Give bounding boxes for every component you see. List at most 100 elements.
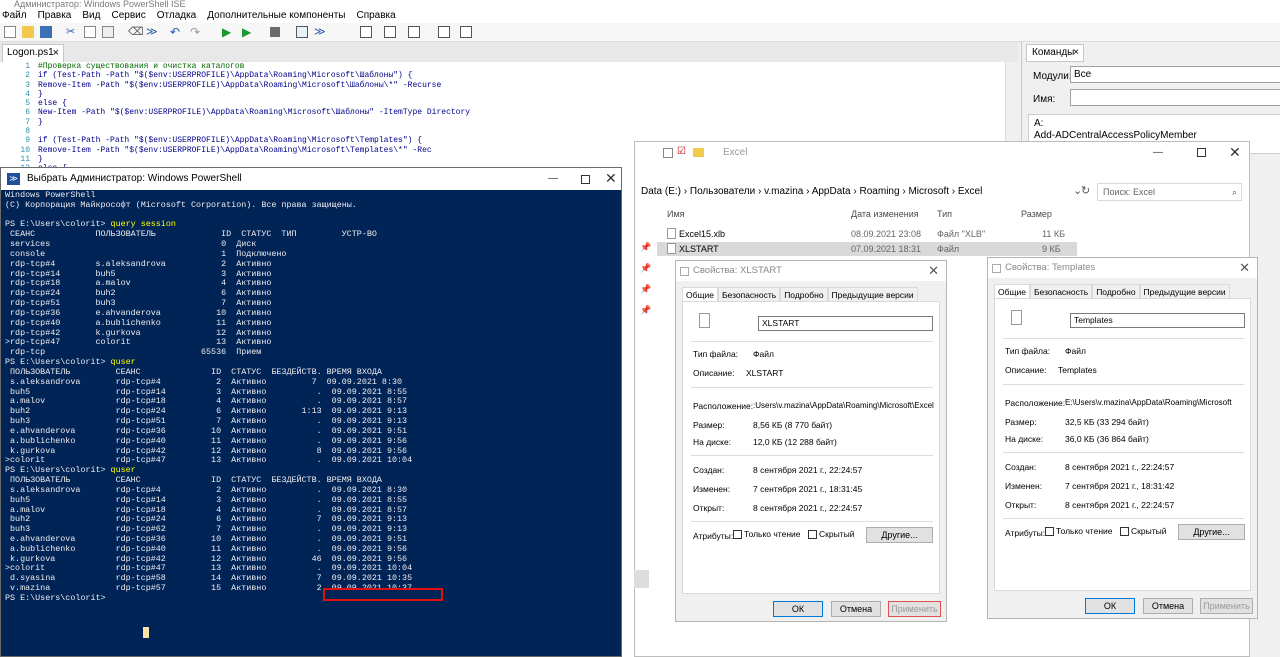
cancel-button[interactable]: Отмена — [1143, 598, 1193, 614]
tab-details[interactable]: Подробно — [1092, 284, 1140, 299]
console-output[interactable]: Windows PowerShell (C) Корпорация Майкрос… — [5, 190, 412, 604]
breadcrumb-item[interactable]: Microsoft — [908, 186, 949, 197]
ok-button[interactable]: ОК — [1085, 598, 1135, 614]
column-header-name[interactable]: Имя — [667, 209, 685, 219]
tab-previous-versions[interactable]: Предыдущие версии — [827, 287, 918, 302]
close-icon[interactable]: × — [1073, 45, 1079, 61]
powershell-icon[interactable]: ≫ — [314, 26, 326, 38]
menu-item[interactable]: Отладка — [157, 9, 197, 23]
open-folder-icon[interactable] — [22, 26, 34, 38]
minimize-icon[interactable]: — — [1153, 142, 1163, 164]
menu-item[interactable]: Вид — [82, 9, 100, 23]
menu-item[interactable]: Сервис — [111, 9, 145, 23]
show-addon-icon[interactable] — [460, 26, 472, 38]
list-item[interactable]: A: — [1034, 118, 1275, 130]
menu-item[interactable]: Справка — [356, 9, 395, 23]
minimize-icon[interactable]: — — [548, 168, 558, 190]
hidden-checkbox[interactable]: Скрытый — [808, 529, 854, 540]
code-line[interactable]: Remove-Item -Path "$($env:USERPROFILE)\A… — [38, 146, 470, 155]
script-code[interactable]: #Проверка существования и очистка катало… — [38, 62, 470, 174]
tab-details[interactable]: Подробно — [780, 287, 828, 302]
apply-button[interactable]: Применить — [1200, 598, 1253, 614]
tab-commands[interactable]: Команды × — [1026, 44, 1084, 62]
tab-previous-versions[interactable]: Предыдущие версии — [1139, 284, 1230, 299]
address-bar[interactable]: Data (E:) › Пользователи › v.mazina › Ap… — [641, 183, 1091, 201]
hidden-checkbox[interactable]: Скрытый — [1120, 526, 1166, 537]
column-header-size[interactable]: Размер — [1021, 209, 1052, 219]
new-file-icon[interactable] — [4, 26, 16, 38]
menu-item[interactable]: Файл — [2, 9, 27, 23]
code-line[interactable]: if (Test-Path -Path "$($env:USERPROFILE)… — [38, 71, 470, 80]
maximize-icon[interactable] — [1197, 148, 1206, 157]
name-field[interactable]: Templates — [1070, 313, 1245, 328]
breadcrumb-item[interactable]: Roaming — [860, 186, 900, 197]
layout-right-icon[interactable] — [384, 26, 396, 38]
apply-button[interactable]: Применить — [888, 601, 941, 617]
other-attributes-button[interactable]: Другие... — [866, 527, 933, 543]
breadcrumb-item[interactable]: Excel — [958, 186, 982, 197]
file-name: Excel15.xlb — [679, 229, 726, 239]
stop-icon[interactable] — [270, 27, 280, 37]
redo-icon[interactable]: ↷ — [190, 26, 202, 38]
save-icon[interactable] — [40, 26, 52, 38]
undo-icon[interactable]: ↶ — [170, 26, 182, 38]
copy-icon[interactable] — [84, 26, 96, 38]
readonly-checkbox[interactable]: Только чтение — [1045, 526, 1112, 537]
breadcrumb-item[interactable]: v.mazina — [764, 186, 803, 197]
code-line[interactable] — [38, 127, 470, 136]
breadcrumb-item[interactable]: Data (E:) — [641, 186, 681, 197]
clear-console-icon[interactable]: ⌫ — [128, 26, 144, 38]
other-attributes-button[interactable]: Другие... — [1178, 524, 1245, 540]
tab-general[interactable]: Общие — [994, 284, 1030, 299]
cut-icon[interactable]: ✂ — [66, 26, 78, 38]
name-input[interactable] — [1070, 89, 1280, 106]
search-input[interactable]: Поиск: Excel ⌕ — [1097, 183, 1242, 201]
close-icon[interactable]: ✕ — [605, 167, 617, 189]
refresh-icon[interactable]: ↻ — [1081, 184, 1090, 197]
code-line[interactable]: #Проверка существования и очистка катало… — [38, 62, 470, 71]
quick-access-icon[interactable] — [663, 148, 673, 158]
file-date: 08.09.2021 23:08 — [851, 229, 922, 239]
tab-logon-ps1[interactable]: Logon.ps1 × — [2, 44, 64, 62]
remote-ps-icon[interactable] — [296, 26, 308, 38]
highlight-annotation — [323, 588, 443, 601]
modules-select[interactable]: Все — [1070, 66, 1280, 83]
code-line[interactable]: } — [38, 118, 470, 127]
properties-check-icon[interactable]: ☑ — [677, 141, 686, 163]
code-line[interactable]: else { — [38, 99, 470, 108]
scrollbar-thumb[interactable] — [634, 570, 649, 588]
code-line[interactable]: New-Item -Path "$($env:USERPROFILE)\AppD… — [38, 108, 470, 117]
ps-icon[interactable]: ≫ — [146, 26, 158, 38]
menu-item[interactable]: Правка — [38, 9, 72, 23]
breadcrumb-item[interactable]: Пользователи — [690, 186, 755, 197]
paste-icon[interactable] — [102, 26, 114, 38]
pin-icons[interactable]: 📌 📌 📌 📌 — [640, 237, 651, 321]
name-field[interactable]: XLSTART — [758, 316, 933, 331]
file-row[interactable]: Excel15.xlb 08.09.2021 23:08 Файл "XLB" … — [657, 227, 1077, 241]
close-tab-icon[interactable]: × — [53, 45, 59, 61]
ok-button[interactable]: ОК — [773, 601, 823, 617]
menu-item[interactable]: Дополнительные компоненты — [207, 9, 345, 23]
layout-max-icon[interactable] — [408, 26, 420, 38]
breadcrumb-item[interactable]: AppData — [812, 186, 851, 197]
cancel-button[interactable]: Отмена — [831, 601, 881, 617]
file-row[interactable]: XLSTART 07.09.2021 18:31 Файл 9 КБ — [657, 242, 1077, 256]
column-header-type[interactable]: Тип — [937, 209, 952, 219]
column-header-date[interactable]: Дата изменения — [851, 209, 919, 219]
close-icon[interactable]: ✕ — [1229, 141, 1241, 163]
tab-security[interactable]: Безопасность — [1029, 284, 1093, 299]
run-script-icon[interactable]: ▶ — [222, 26, 234, 38]
layout-top-icon[interactable] — [360, 26, 372, 38]
maximize-icon[interactable] — [581, 175, 590, 184]
tab-security[interactable]: Безопасность — [717, 287, 781, 302]
run-selection-icon[interactable]: ▶ — [242, 26, 254, 38]
readonly-checkbox[interactable]: Только чтение — [733, 529, 800, 540]
close-icon[interactable]: ✕ — [928, 261, 939, 281]
close-icon[interactable]: ✕ — [1239, 258, 1250, 278]
code-line[interactable]: if (Test-Path -Path "$($env:USERPROFILE)… — [38, 136, 470, 145]
tab-general[interactable]: Общие — [682, 287, 718, 302]
show-commands-icon[interactable] — [438, 26, 450, 38]
code-line[interactable]: } — [38, 155, 470, 164]
code-line[interactable]: } — [38, 90, 470, 99]
code-line[interactable]: Remove-Item -Path "$($env:USERPROFILE)\A… — [38, 81, 470, 90]
